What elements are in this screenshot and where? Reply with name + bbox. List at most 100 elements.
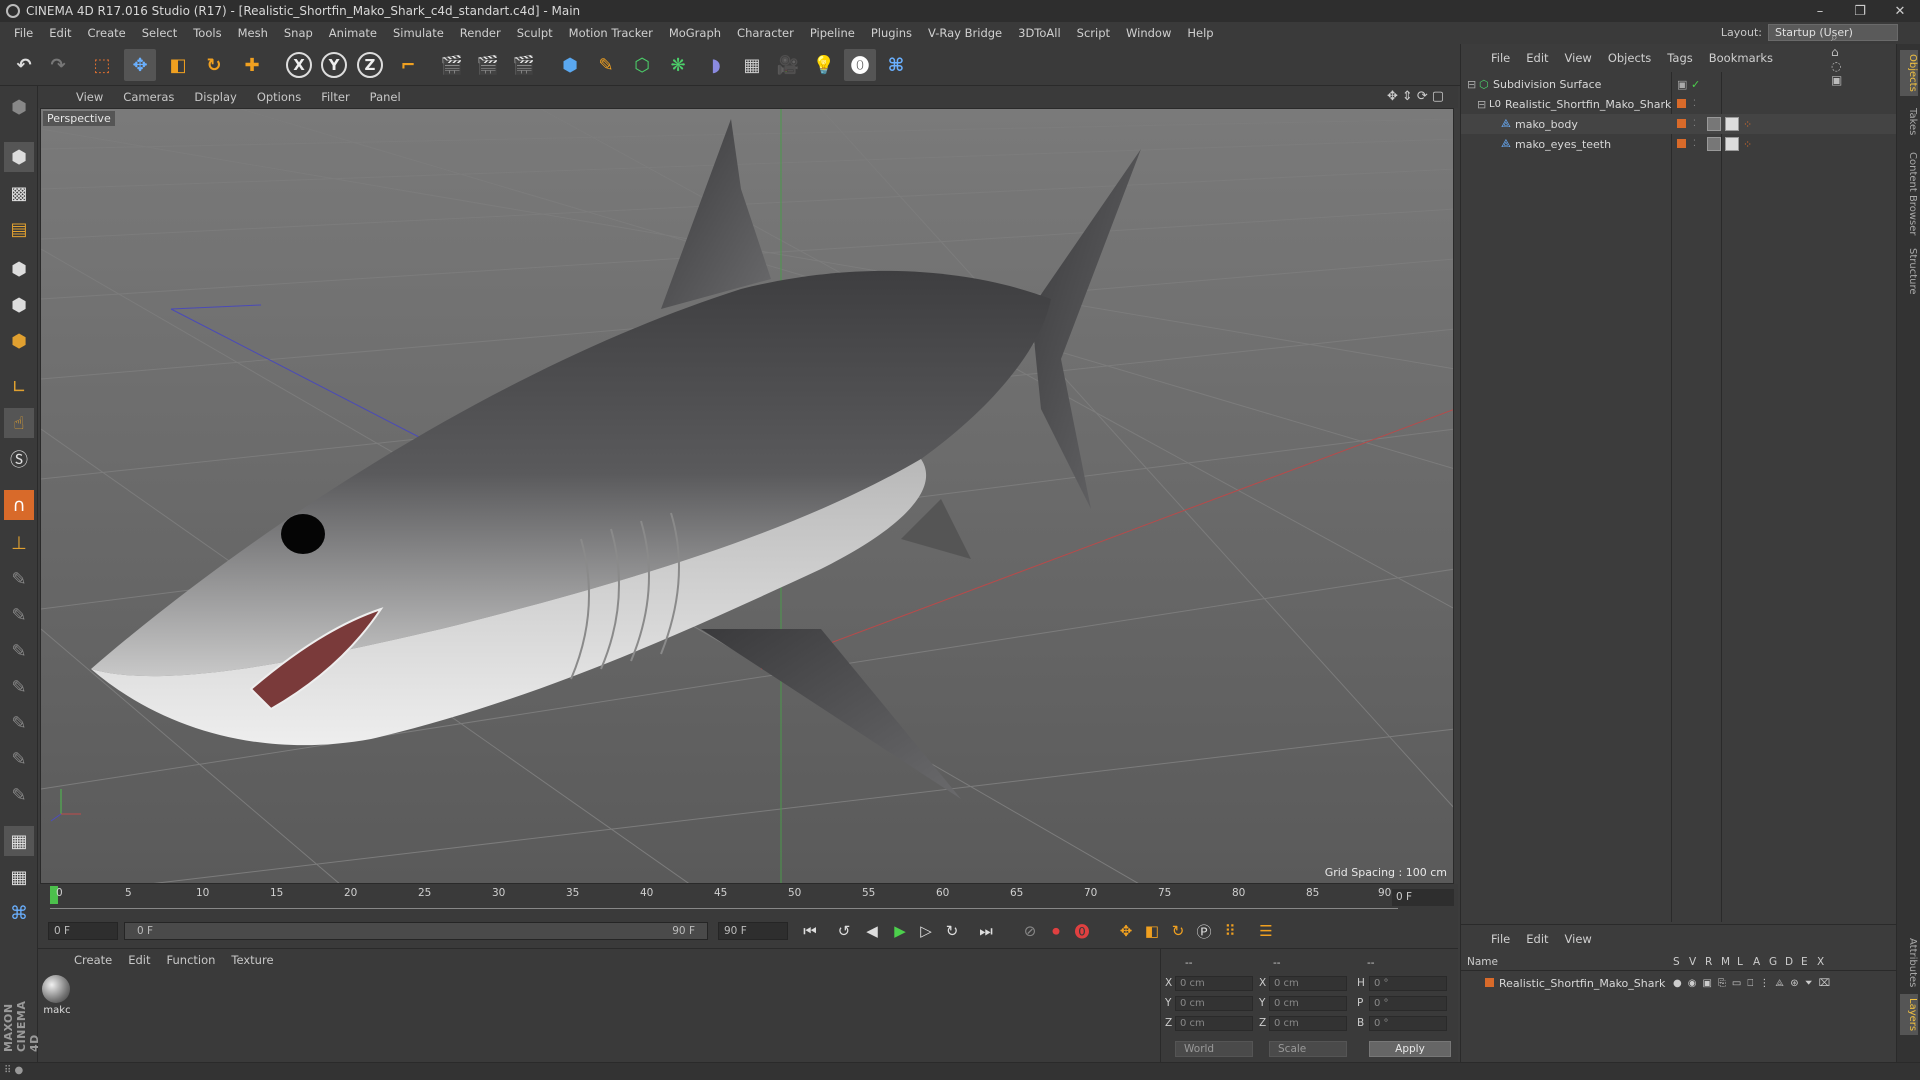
tab-attributes[interactable]: Attributes xyxy=(1900,934,1918,991)
go-to-start-button[interactable]: ⏮ xyxy=(798,920,822,942)
visibility-dots-icon[interactable]: ⁚ xyxy=(1693,99,1696,109)
python-button[interactable]: ⌘ xyxy=(880,49,912,81)
frame-range-slider[interactable]: 0 F 90 F xyxy=(124,922,708,940)
tweak-mode-button[interactable]: ☝ xyxy=(4,408,34,438)
position-y-field[interactable]: 0 cm xyxy=(1175,996,1253,1011)
render-picture-viewer-button[interactable]: 🎬 xyxy=(472,49,504,81)
brush-4-button[interactable]: ✎ xyxy=(4,672,34,702)
tab-objects[interactable]: Objects xyxy=(1900,50,1918,96)
object-menu-objects[interactable]: Objects xyxy=(1600,51,1659,65)
phong-tag-icon[interactable] xyxy=(1707,137,1721,151)
viewport-menu-view[interactable]: View xyxy=(66,90,113,104)
size-y-field[interactable]: 0 cm xyxy=(1269,996,1347,1011)
key-pla-button[interactable]: ⠿ xyxy=(1218,920,1242,942)
menu-motion-tracker[interactable]: Motion Tracker xyxy=(561,26,661,40)
edit-render-settings-button[interactable]: 🎬 xyxy=(508,49,540,81)
redo-button[interactable]: ↷ xyxy=(42,49,74,81)
object-row-mako-body[interactable]: ⟁ mako_body ⁚ ⁘ xyxy=(1461,114,1897,134)
make-editable-button[interactable]: ⬢ xyxy=(4,92,34,122)
edges-mode-button[interactable]: ⬢ xyxy=(4,290,34,320)
menu-create[interactable]: Create xyxy=(80,26,134,40)
tab-structure[interactable]: Structure xyxy=(1900,244,1918,299)
timeline-menu-button[interactable]: ☰ xyxy=(1254,920,1278,942)
menu-tools[interactable]: Tools xyxy=(185,26,229,40)
viewport-menu-panel[interactable]: Panel xyxy=(360,90,411,104)
axis-mode-button[interactable]: ∟ xyxy=(4,372,34,402)
viewport-menu-options[interactable]: Options xyxy=(247,90,311,104)
transform-tool-button[interactable]: ✚ xyxy=(236,49,268,81)
snap-button[interactable]: Ⓢ xyxy=(4,444,34,474)
menu-vray-bridge[interactable]: V-Ray Bridge xyxy=(920,26,1010,40)
menu-render[interactable]: Render xyxy=(452,26,509,40)
add-camera-button[interactable]: 🎥 xyxy=(772,49,804,81)
tab-takes[interactable]: Takes xyxy=(1900,104,1918,139)
live-selection-button[interactable]: ⬚ xyxy=(86,49,118,81)
visibility-dots-icon[interactable]: ⁚ xyxy=(1693,119,1696,129)
texture-tag-icon[interactable] xyxy=(1725,117,1739,131)
menu-simulate[interactable]: Simulate xyxy=(385,26,452,40)
coordinate-system-button[interactable]: ⌐ xyxy=(392,49,424,81)
polygons-mode-button[interactable]: ⬢ xyxy=(4,326,34,356)
size-z-field[interactable]: 0 cm xyxy=(1269,1016,1347,1031)
layer-color-swatch[interactable] xyxy=(1677,119,1686,128)
viewport-menu-display[interactable]: Display xyxy=(184,90,246,104)
autokey-button[interactable]: ⓿ xyxy=(1070,920,1094,942)
go-to-end-button[interactable]: ⏭ xyxy=(974,920,998,942)
y-axis-lock-button[interactable]: Y xyxy=(318,49,350,81)
object-menu-tags[interactable]: Tags xyxy=(1659,51,1700,65)
viewport-menu-filter[interactable]: Filter xyxy=(311,90,359,104)
menu-plugins[interactable]: Plugins xyxy=(863,26,920,40)
collapse-icon[interactable]: ⊟ xyxy=(1467,78,1476,91)
perspective-viewport[interactable]: Perspective Grid Spacing : 100 cm xyxy=(40,108,1454,884)
menu-3dtoall[interactable]: 3DToAll xyxy=(1010,26,1069,40)
layer-menu-file[interactable]: File xyxy=(1483,932,1518,946)
start-frame-field[interactable]: 0 F xyxy=(48,922,118,940)
menu-edit[interactable]: Edit xyxy=(41,26,79,40)
end-frame-field[interactable]: 90 F xyxy=(718,922,788,940)
key-scale-button[interactable]: ◧ xyxy=(1140,920,1164,942)
texture-tag-icon[interactable] xyxy=(1725,137,1739,151)
menu-file[interactable]: File xyxy=(6,26,41,40)
brush-2-button[interactable]: ✎ xyxy=(4,600,34,630)
collapse-icon[interactable]: ⊟ xyxy=(1477,98,1486,111)
menu-pipeline[interactable]: Pipeline xyxy=(802,26,863,40)
x-axis-lock-button[interactable]: X xyxy=(283,49,315,81)
add-deformer-button[interactable]: ◗ xyxy=(700,49,732,81)
play-button[interactable]: ▶ xyxy=(888,920,912,942)
menu-character[interactable]: Character xyxy=(729,26,802,40)
material-tag-icon[interactable]: ⁘ xyxy=(1743,138,1752,151)
coordinate-mode-dropdown[interactable]: World xyxy=(1175,1041,1253,1057)
texture-mode-button[interactable]: ▩ xyxy=(4,178,34,208)
object-menu-file[interactable]: File xyxy=(1483,51,1518,65)
key-parameter-button[interactable]: Ⓟ xyxy=(1192,920,1216,942)
menu-sculpt[interactable]: Sculpt xyxy=(509,26,561,40)
brush-7-button[interactable]: ✎ xyxy=(4,780,34,810)
rotation-h-field[interactable]: 0 ° xyxy=(1369,976,1447,991)
layer-row[interactable]: Realistic_Shortfin_Mako_Shark ●◉▣⎘▭⎕⋮⟁⊛⏷… xyxy=(1461,973,1897,993)
layer-toggle-icons[interactable]: ●◉▣⎘▭⎕⋮⟁⊛⏷⌧ xyxy=(1673,978,1836,989)
menu-mesh[interactable]: Mesh xyxy=(230,26,276,40)
previous-key-button[interactable]: ↺ xyxy=(832,920,856,942)
layer-menu-edit[interactable]: Edit xyxy=(1518,932,1556,946)
restore-button[interactable]: ❐ xyxy=(1840,0,1880,22)
undo-button[interactable]: ↶ xyxy=(8,49,40,81)
key-position-button[interactable]: ✥ xyxy=(1114,920,1138,942)
z-axis-lock-button[interactable]: Z xyxy=(354,49,386,81)
workplane-snap-button[interactable]: ⊥ xyxy=(4,528,34,558)
add-spline-button[interactable]: ✎ xyxy=(590,49,622,81)
layer-menu-view[interactable]: View xyxy=(1557,932,1600,946)
deform-tool-button[interactable]: ▦ xyxy=(4,862,34,892)
minimize-button[interactable]: – xyxy=(1800,0,1840,22)
move-tool-button[interactable]: ✥ xyxy=(124,49,156,81)
phong-tag-icon[interactable] xyxy=(1707,117,1721,131)
next-key-button[interactable]: ↻ xyxy=(940,920,964,942)
brush-3-button[interactable]: ✎ xyxy=(4,636,34,666)
menu-help[interactable]: Help xyxy=(1179,26,1221,40)
object-row-mako-eyes-teeth[interactable]: ⟁ mako_eyes_teeth ⁚ ⁘ xyxy=(1461,134,1897,154)
object-menu-view[interactable]: View xyxy=(1557,51,1600,65)
menu-script[interactable]: Script xyxy=(1069,26,1118,40)
layer-color-swatch[interactable] xyxy=(1677,99,1686,108)
object-menu-bookmarks[interactable]: Bookmarks xyxy=(1701,51,1781,65)
motion-path-button[interactable]: ⊘ xyxy=(1018,920,1042,942)
add-nurbs-button[interactable]: ⬡ xyxy=(626,49,658,81)
